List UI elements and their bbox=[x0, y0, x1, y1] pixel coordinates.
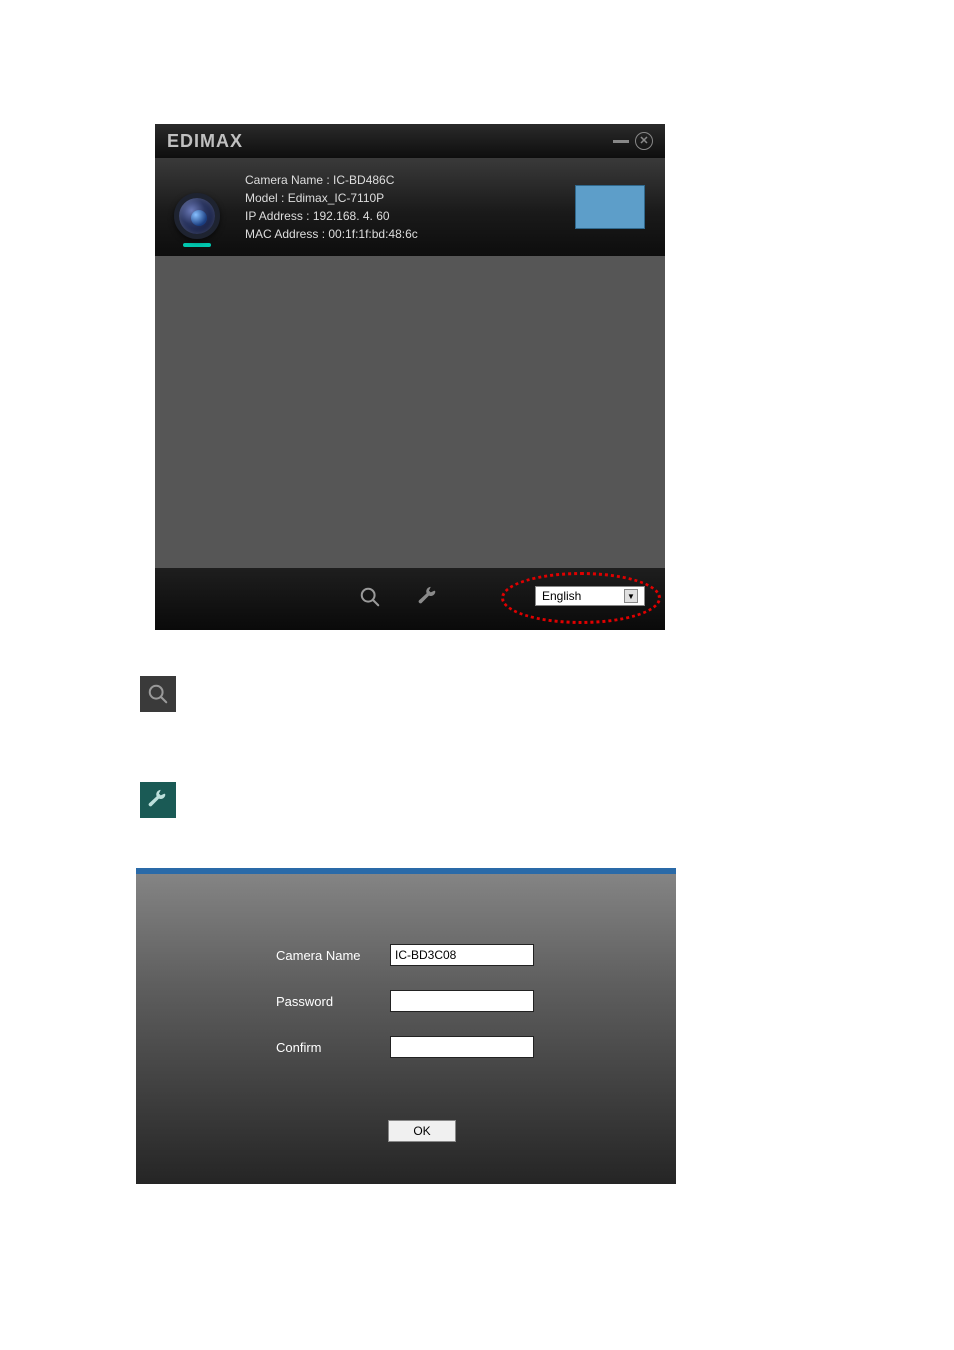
camera-list-empty-area bbox=[155, 256, 665, 568]
callout-wrench-icon bbox=[140, 782, 176, 818]
camera-lens-icon bbox=[174, 193, 220, 239]
configure-button[interactable] bbox=[413, 582, 443, 612]
minimize-button[interactable] bbox=[613, 140, 629, 143]
window-controls: ✕ bbox=[613, 132, 653, 150]
confirm-password-input[interactable] bbox=[390, 1036, 534, 1058]
ok-button-label: OK bbox=[413, 1124, 430, 1138]
camera-name-label: Camera Name bbox=[276, 948, 390, 963]
model-label: Model : bbox=[245, 191, 288, 205]
close-button[interactable]: ✕ bbox=[635, 132, 653, 150]
magnifier-icon bbox=[147, 683, 169, 705]
password-input[interactable] bbox=[390, 990, 534, 1012]
mac-label: MAC Address : bbox=[245, 227, 328, 241]
search-button[interactable] bbox=[355, 582, 385, 612]
camera-status-led bbox=[183, 243, 211, 247]
titlebar: EDIMAX ✕ bbox=[155, 124, 665, 158]
camera-info-block: Camera Name : IC-BD486C Model : Edimax_I… bbox=[245, 171, 418, 243]
confirm-label: Confirm bbox=[276, 1040, 390, 1055]
camera-name-label: Camera Name : bbox=[245, 173, 333, 187]
camera-preview-thumbnail bbox=[575, 185, 645, 229]
camera-credentials-dialog: Camera Name Password Confirm OK bbox=[136, 868, 676, 1184]
model-value: Edimax_IC-7110P bbox=[288, 191, 385, 205]
camera-name-value: IC-BD486C bbox=[333, 173, 394, 187]
magnifier-icon bbox=[359, 586, 381, 608]
ip-label: IP Address : bbox=[245, 209, 313, 223]
ip-value: 192.168. 4. 60 bbox=[313, 209, 390, 223]
footer-toolbar: English ▼ bbox=[155, 568, 665, 630]
language-selected: English bbox=[542, 589, 581, 603]
wrench-icon bbox=[417, 586, 439, 608]
brand-logo: EDIMAX bbox=[167, 131, 243, 152]
camera-list-item[interactable]: Camera Name : IC-BD486C Model : Edimax_I… bbox=[155, 158, 665, 256]
mac-value: 00:1f:1f:bd:48:6c bbox=[328, 227, 417, 241]
camera-name-input[interactable] bbox=[390, 944, 534, 966]
ok-button[interactable]: OK bbox=[388, 1120, 456, 1142]
wrench-icon bbox=[147, 789, 169, 811]
language-dropdown[interactable]: English ▼ bbox=[535, 586, 645, 606]
callout-magnifier-icon bbox=[140, 676, 176, 712]
camera-thumbnail bbox=[167, 167, 227, 247]
chevron-down-icon: ▼ bbox=[624, 589, 638, 603]
password-label: Password bbox=[276, 994, 390, 1009]
camera-discovery-window: EDIMAX ✕ Camera Name : IC-BD486C Model :… bbox=[155, 124, 665, 630]
